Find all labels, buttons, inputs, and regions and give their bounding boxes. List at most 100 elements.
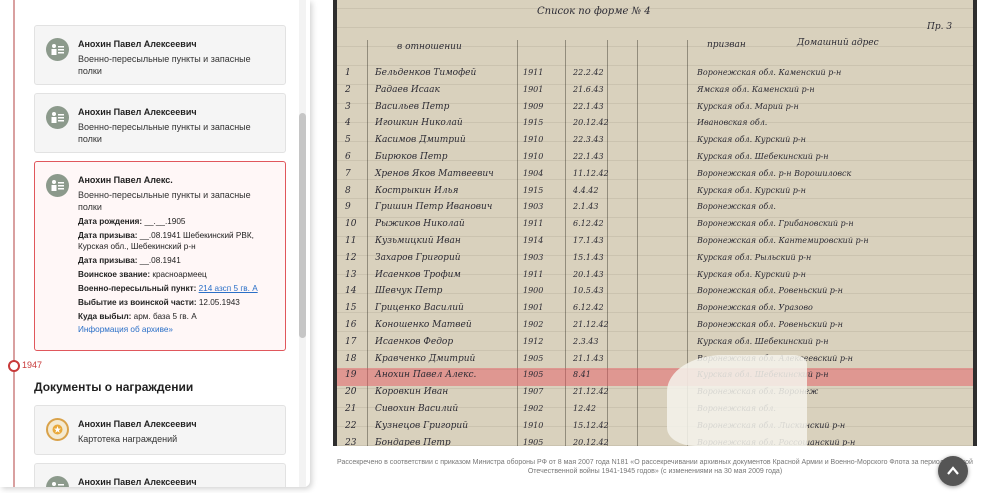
results-panel: Анохин Павел Алексеевич Военно-пересыльн… [0,0,310,487]
row-date: 2.1.43 [573,202,599,212]
row-date: 4.4.42 [573,185,599,195]
archive-info-link[interactable]: Информация об архиве» [78,324,277,335]
row-year: 1911 [523,219,544,229]
document-row: 22Кузнецов Григорий191015.12.42Воронежск… [337,419,973,437]
row-number: 2 [345,84,351,95]
row-number: 19 [345,370,357,381]
group-icon [46,38,69,61]
document-row-highlighted: 19Анохин Павел Алекс.19058.41Курская обл… [337,368,973,387]
card-subtitle: Военно-пересыльные пункты и запасные пол… [78,190,251,212]
document-row: 23Бондарев Петр190520.12.42Воронежская о… [337,436,973,446]
row-number: 10 [345,219,357,230]
awards-section-title: Документы о награждении [34,380,194,394]
rank-row: Воинское звание: красноармеец [78,269,277,280]
row-name: Исаенков Трофим [375,269,461,280]
row-year: 1902 [523,320,544,329]
row-number: 15 [345,303,357,314]
document-row: 15 Гриценко Василий 1901 6.12.42 Воронежская… [337,301,973,319]
document-row: 12 Захаров Григорий 1903 15.1.43 Курская обл… [337,251,973,269]
row-address: Ивановская обл. [697,118,768,128]
row-number: 13 [345,269,357,280]
row-name: Коношенко Матвей [375,320,472,330]
row-name: Гришин Петр Иванович [375,202,493,213]
document-row: 2 Радаев Исаак 1901 21.6.43 Ямская обл. Каме… [337,83,973,101]
row-name: Бондарев Петр [375,437,451,446]
row-date: 22.1.43 [573,152,604,161]
result-card-selected[interactable]: Анохин Павел Алекс. Военно-пересыльные п… [34,161,286,351]
row-address: Курская обл. Курский р-н [697,185,806,195]
row-number: 20 [345,387,357,398]
row-address: Курская обл. Марий р-н [697,101,799,111]
row-date: 15.1.43 [573,252,604,262]
draft-date-row: Дата призыва: __.08.1941 [78,255,277,266]
row-date: 10.5.43 [573,286,604,296]
scroll-to-top-button[interactable] [938,456,968,486]
row-year: 1904 [523,168,544,178]
row-name: Кузнецов Григорий [375,420,468,431]
row-name: Рыжиков Николай [375,219,465,230]
card-name: Анохин Павел Алексеевич [78,39,197,49]
transit-point-row: Военно-пересыльный пункт: 214 азсп 5 гв.… [78,283,277,294]
row-year: 1914 [523,236,544,245]
document-row: 9 Гришин Петр Иванович 1903 2.1.43 Воронежск… [337,200,973,218]
row-name: Гриценко Василий [375,303,464,314]
award-card[interactable]: Анохин Павел Алексеевич [34,463,286,487]
row-address: Курская обл. Рыльский р-н [697,252,812,262]
document-row: 18Кравченко Дмитрий190521.1.43Воронежска… [337,352,973,370]
scrollbar-thumb[interactable] [299,113,306,338]
row-year: 1910 [523,135,544,145]
row-number: 5 [345,135,351,146]
field-label: Выбытие из воинской части: [78,298,197,307]
row-number: 17 [345,336,357,347]
card-name: Анохин Павел Алексеевич [78,419,197,429]
row-year: 1903 [523,202,544,212]
row-number: 3 [345,101,351,112]
row-name: Анохин Павел Алекс. [375,370,477,381]
row-number: 18 [345,353,357,364]
row-name: Захаров Григорий [375,252,461,263]
document-row: 1 Бельденков Тимофей 1911 22.2.42 Воронежска… [337,66,973,84]
row-number: 16 [345,320,357,330]
row-year: 1901 [523,303,544,313]
year-label: 1947 [22,360,43,370]
row-year: 1902 [523,404,544,413]
row-date: 22.3.43 [573,135,604,145]
row-year: 1905 [523,437,544,446]
field-label: Дата рождения: [78,217,143,226]
row-date: 21.12.42 [573,387,609,397]
field-label: Военно-пересыльный пункт: [78,284,197,293]
row-number: 9 [345,202,351,213]
row-address: Воронежская обл. Грибановский р-н [697,219,854,229]
document-row: 17 Исаенков Федор 1912 2.3.43 Курская обл. Ш… [337,335,973,353]
timeline-dot-icon [8,360,20,372]
row-date: 20.12.42 [573,437,609,446]
document-column-header: Домашний адрес [797,38,879,48]
document-viewer[interactable]: Список по форме № 4 Пр. 3 в отношении пр… [333,0,977,446]
row-date: 21.12.42 [573,320,609,329]
row-address: Воронежская обл. Ровеньский р-н [697,286,843,296]
row-date: 8.41 [573,370,591,380]
year-marker [8,360,20,372]
row-address: Курская обл. Курский р-н [697,269,806,279]
row-number: 6 [345,152,351,162]
document-row: 16 Коношенко Матвей 1902 21.12.42 Воронежска… [337,318,973,336]
award-card[interactable]: Анохин Павел Алексеевич Картотека награж… [34,405,286,455]
row-year: 1911 [523,269,544,279]
field-label: Дата призыва: [78,231,138,240]
result-card[interactable]: Анохин Павел Алексеевич Военно-пересыльн… [34,25,286,85]
result-card[interactable]: Анохин Павел Алексеевич Военно-пересыльн… [34,93,286,153]
row-name: Коровкин Иван [375,387,449,398]
card-subtitle: Картотека награждений [78,434,178,444]
group-icon [46,476,69,487]
field-value: 12.05.1943 [198,298,240,307]
transit-point-link[interactable]: 214 азсп 5 гв. А [199,284,258,293]
document-column-header: призван [707,40,746,50]
row-date: 2.3.43 [573,336,599,346]
row-name: Сивохин Василий [375,404,459,414]
row-name: Кострыкин Илья [375,185,459,196]
row-number: 21 [345,404,357,414]
card-subtitle: Военно-пересыльные пункты и запасные пол… [78,122,251,144]
row-name: Васильев Петр [375,101,450,112]
document-row: 6 Бирюков Петр 1910 22.1.43 Курская обл. Шеб… [337,150,973,168]
field-value: __.__.1905 [144,217,186,226]
